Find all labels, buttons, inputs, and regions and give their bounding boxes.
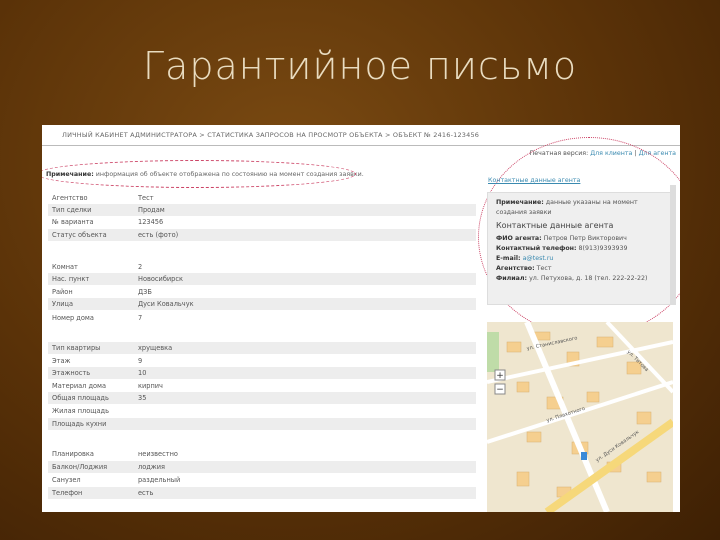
table-row: Этаж 9 — [48, 355, 476, 367]
phone-label: Контактный телефон: — [496, 245, 577, 252]
row-label: Этажность — [52, 369, 91, 377]
table-row: Материал дома кирпич — [48, 380, 476, 392]
row-value: 7 — [138, 314, 143, 322]
row-label: Планировка — [52, 450, 94, 458]
table-row: Общая площадь 35 — [48, 392, 476, 404]
table-row: Балкон/Лоджия лоджия — [48, 461, 476, 473]
table-row: Жилая площадь — [48, 405, 476, 417]
row-label: Комнат — [52, 263, 78, 271]
row-value: Новосибирск — [138, 275, 183, 283]
phone-value: 8(913)9393939 — [576, 245, 628, 252]
breadcrumb[interactable]: ЛИЧНЫЙ КАБИНЕТ АДМИНИСТРАТОРА > СТАТИСТИ… — [62, 131, 479, 139]
scrollbar[interactable] — [670, 185, 676, 305]
table-row: № варианта 123456 — [48, 216, 476, 228]
map[interactable]: + − ул. Станиславского ул. Дуси Ковальчу… — [487, 322, 673, 512]
row-label: № варианта — [52, 218, 94, 226]
contact-box: Примечание: данные указаны на момент соз… — [487, 192, 673, 305]
row-value: раздельный — [138, 476, 181, 484]
row-value: хрущевка — [138, 344, 173, 352]
table-row: Статус объекта есть (фото) — [48, 229, 476, 241]
zoom-out-button[interactable]: − — [496, 385, 504, 395]
email-link[interactable]: a@test.ru — [521, 255, 554, 262]
row-label: Общая площадь — [52, 394, 109, 402]
row-value: кирпич — [138, 382, 163, 390]
highlight-oval — [42, 160, 356, 188]
table-row: Нас. пункт Новосибирск — [48, 273, 476, 285]
row-value: есть (фото) — [138, 231, 179, 239]
row-value: ДЗБ — [138, 288, 152, 296]
zoom-in-button[interactable]: + — [496, 371, 504, 381]
row-value: 123456 — [138, 218, 164, 226]
contacts-link[interactable]: Контактные данные агента — [488, 177, 580, 184]
table-row: Планировка неизвестно — [48, 448, 476, 460]
fio-value: Петров Петр Викторович — [541, 235, 627, 242]
fio-label: ФИО агента: — [496, 235, 542, 242]
row-value: есть — [138, 489, 154, 497]
row-value: Тест — [138, 194, 154, 202]
table-row: Санузел раздельный — [48, 474, 476, 486]
row-label: Агентство — [52, 194, 88, 202]
row-label: Санузел — [52, 476, 81, 484]
location-marker[interactable] — [581, 452, 587, 460]
row-value: Дуси Ковальчук — [138, 300, 194, 308]
table-row: Улица Дуси Ковальчук — [48, 298, 476, 310]
row-label: Площадь кухни — [52, 420, 107, 428]
email-label: E-mail: — [496, 255, 521, 262]
row-label: Номер дома — [52, 314, 94, 322]
office-label: Филиал: — [496, 275, 528, 282]
contact-note-label: Примечание: — [496, 199, 544, 206]
office-value: ул. Петухова, д. 18 (тел. 222-22-22) — [527, 275, 648, 282]
table-row: Комнат 2 — [48, 261, 476, 273]
table-row: Этажность 10 — [48, 367, 476, 379]
agency-label: Агентство: — [496, 265, 535, 272]
row-value: лоджия — [138, 463, 165, 471]
row-value: Продам — [138, 206, 165, 214]
table-row: Тип квартиры хрущевка — [48, 342, 476, 354]
row-label: Этаж — [52, 357, 71, 365]
row-label: Балкон/Лоджия — [52, 463, 108, 471]
row-value: неизвестно — [138, 450, 178, 458]
row-label: Телефон — [52, 489, 83, 497]
row-value: 9 — [138, 357, 143, 365]
row-label: Тип квартиры — [52, 344, 101, 352]
row-label: Материал дома — [52, 382, 107, 390]
row-value: 2 — [138, 263, 143, 271]
table-row: Площадь кухни — [48, 418, 476, 430]
row-label: Район — [52, 288, 73, 296]
table-row: Агентство Тест — [48, 192, 476, 204]
row-label: Нас. пункт — [52, 275, 90, 283]
table-row: Номер дома 7 — [48, 312, 476, 324]
slide-title: Гарантийное письмо — [142, 44, 578, 88]
row-value: 10 — [138, 369, 147, 377]
contact-heading: Контактные данные агента — [496, 221, 614, 230]
row-label: Статус объекта — [52, 231, 107, 239]
agency-value: Тест — [534, 265, 552, 272]
screenshot-panel: ЛИЧНЫЙ КАБИНЕТ АДМИНИСТРАТОРА > СТАТИСТИ… — [42, 125, 680, 512]
row-label: Улица — [52, 300, 74, 308]
row-label: Жилая площадь — [52, 407, 109, 415]
table-row: Тип сделки Продам — [48, 204, 476, 216]
table-row: Район ДЗБ — [48, 286, 476, 298]
row-label: Тип сделки — [52, 206, 92, 214]
table-row: Телефон есть — [48, 487, 476, 499]
row-value: 35 — [138, 394, 147, 402]
